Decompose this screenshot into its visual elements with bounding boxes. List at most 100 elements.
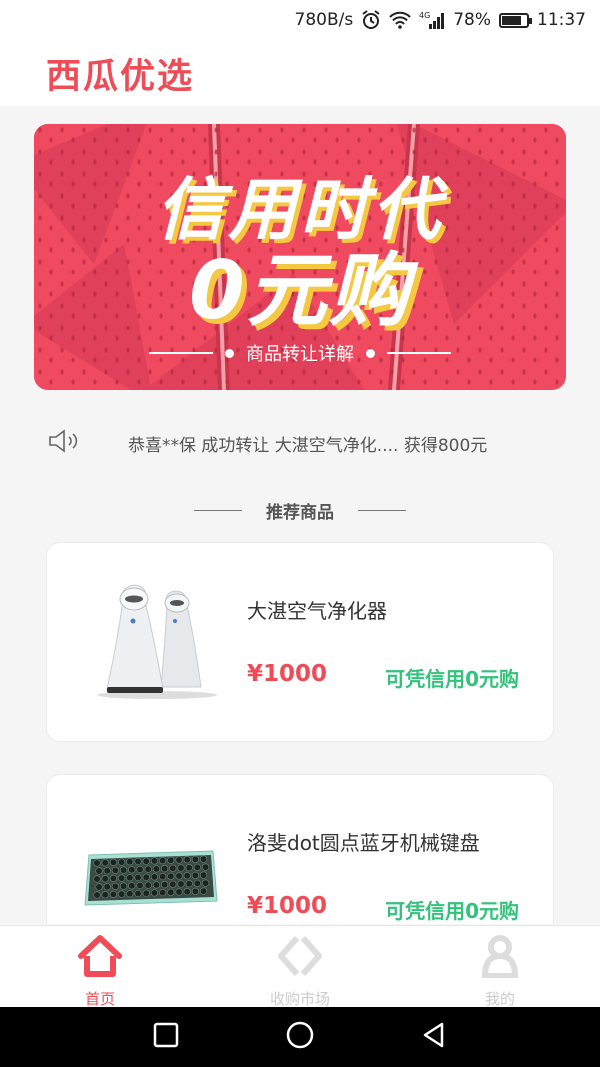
banner-link[interactable]: 商品转让详解 <box>34 340 566 366</box>
keyboard-key <box>95 867 103 875</box>
keyboard-key <box>185 880 193 888</box>
tab-market[interactable]: 收购市场 <box>200 926 400 1008</box>
keyboard-key <box>169 864 177 872</box>
keyboard-key <box>199 887 208 895</box>
app-header: 西瓜优选 <box>0 40 600 106</box>
air-purifier-image <box>87 583 227 703</box>
keyboard-key <box>150 873 158 881</box>
app-title: 西瓜优选 <box>46 56 195 97</box>
tab-label: 我的 <box>484 990 515 1008</box>
keyboard-key <box>167 856 175 864</box>
keyboard-key <box>136 865 144 874</box>
keyboard-key <box>142 857 150 865</box>
keyboard-key <box>128 866 136 874</box>
keyboard-key <box>150 857 158 865</box>
battery-fill <box>502 15 521 25</box>
home-button[interactable] <box>285 1020 315 1054</box>
keyboard-key <box>199 855 208 863</box>
keyboard-key <box>101 859 109 867</box>
tab-label: 首页 <box>84 990 115 1008</box>
status-bar: 780B/s 4G 78% 11:37 <box>0 0 600 40</box>
section-divider-left <box>194 510 242 511</box>
keyboard-key <box>117 890 126 898</box>
keyboard-key <box>158 872 167 881</box>
keyboard-key <box>183 872 191 880</box>
keyboard-key <box>169 880 177 888</box>
battery-icon <box>499 12 532 28</box>
keyboard-key <box>109 858 118 867</box>
keyboard-key <box>128 882 136 890</box>
keyboard-key <box>117 874 126 882</box>
keyboard-key <box>103 867 111 875</box>
tab-label: 收购市场 <box>269 990 330 1008</box>
keyboard-key <box>183 856 191 864</box>
keyboard-key <box>160 880 169 889</box>
keyboard-key <box>109 890 118 899</box>
notice-text: 恭喜**保 成功转让 大湛空气净化.... 获得800元 <box>128 435 488 456</box>
tab-profile[interactable]: 我的 <box>400 926 600 1008</box>
banner-link-line-left <box>149 352 213 354</box>
keyboard-key <box>101 891 109 899</box>
keyboard-key <box>191 855 199 864</box>
keyboard-key <box>158 888 167 897</box>
banner-link-line-right <box>387 352 451 354</box>
keyboard-key <box>142 873 150 881</box>
keyboard-key <box>175 872 183 880</box>
keyboard-key <box>136 881 144 890</box>
keyboard-key <box>144 865 152 873</box>
keyboard-key <box>183 888 191 896</box>
credit-purchase-label[interactable]: 可凭信用0元购 <box>385 663 519 692</box>
keyboard-key <box>199 871 208 879</box>
section-title: 推荐商品 <box>266 503 334 523</box>
keyboard-key <box>167 888 175 896</box>
keyboard-key <box>117 858 126 866</box>
system-nav-bar <box>0 1007 600 1067</box>
keyboard-key <box>160 864 169 873</box>
home-icon <box>77 934 123 982</box>
keyboard-key <box>93 891 101 899</box>
keyboard-key <box>150 889 158 897</box>
product-name: 大湛空气净化器 <box>247 599 387 623</box>
product-name: 洛斐dot圆点蓝牙机械键盘 <box>247 831 480 855</box>
tab-home[interactable]: 首页 <box>0 926 200 1008</box>
keyboard-key <box>152 881 160 889</box>
section-divider-right <box>358 510 406 511</box>
signal-icon: 4G <box>419 10 445 30</box>
network-type: 4G <box>419 11 430 20</box>
keyboard-key <box>144 881 152 889</box>
keyboard-key <box>93 859 101 867</box>
keyboard-key <box>134 889 142 898</box>
keyboard-key <box>177 864 185 872</box>
keyboard-key <box>185 864 193 872</box>
keyboard-key <box>119 882 128 890</box>
product-list[interactable]: 大湛空气净化器 ¥1000 可凭信用0元购 洛斐dot圆点蓝牙机械键盘 ¥100… <box>46 542 554 924</box>
keyboard-key <box>167 872 175 880</box>
promo-banner[interactable]: 信用时代 0元购 商品转让详解 <box>34 124 566 390</box>
back-button[interactable] <box>420 1021 448 1053</box>
network-speed: 780B/s <box>294 10 354 30</box>
keyboard-key <box>119 866 128 874</box>
banner-subheadline: 0元购 <box>189 244 411 337</box>
keyboard-key <box>93 875 101 883</box>
keyboard-key <box>126 890 134 898</box>
market-icon <box>277 934 323 982</box>
keyboard-key <box>177 880 185 888</box>
product-card[interactable]: 洛斐dot圆点蓝牙机械键盘 ¥1000 可凭信用0元购 <box>46 774 554 924</box>
keyboard-key <box>103 883 111 891</box>
keyboard-key <box>142 889 150 897</box>
keyboard-key <box>175 856 183 864</box>
banner-link-dot-right <box>366 348 375 358</box>
keyboard-key <box>111 866 120 875</box>
product-card[interactable]: 大湛空气净化器 ¥1000 可凭信用0元购 <box>46 542 554 742</box>
recent-apps-button[interactable] <box>152 1021 180 1053</box>
wifi-icon <box>389 11 411 29</box>
keyboard-image <box>81 835 221 924</box>
profile-icon <box>477 934 523 982</box>
credit-purchase-label[interactable]: 可凭信用0元购 <box>385 895 519 924</box>
notice-bar[interactable]: 恭喜**保 成功转让 大湛空气净化.... 获得800元 <box>0 420 600 466</box>
keyboard-key <box>201 863 210 871</box>
keyboard-key <box>126 858 134 866</box>
keyboard-key <box>111 882 120 891</box>
clock: 11:37 <box>537 10 586 30</box>
speaker-icon <box>48 428 80 458</box>
